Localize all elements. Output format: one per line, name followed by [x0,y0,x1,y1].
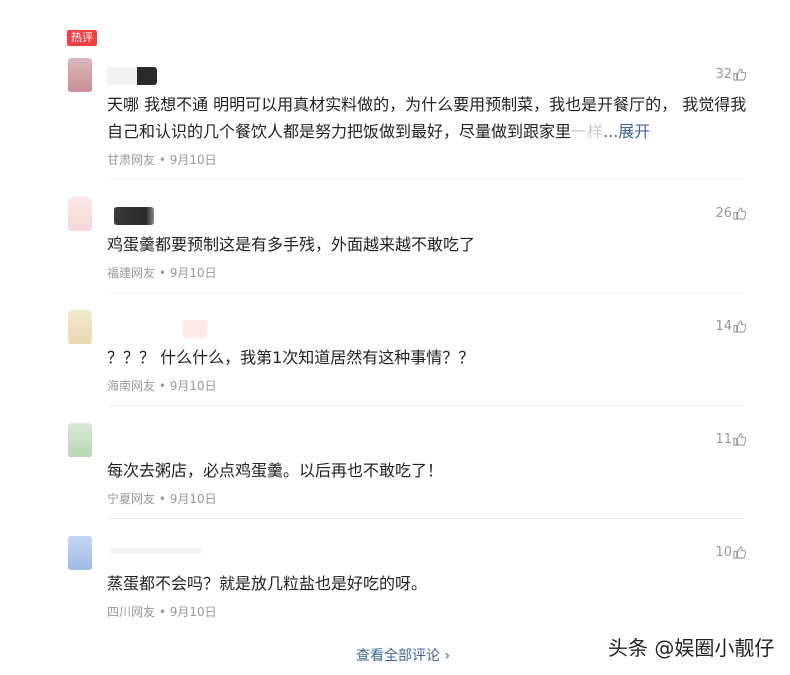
hot-comments-badge: 热评 [67,30,97,46]
username-redacted[interactable] [183,320,207,338]
thumbs-up-icon [733,433,746,446]
comment-meta: 甘肃网友 • 9月10日 [107,151,217,168]
username-redacted[interactable] [110,548,202,554]
thumbs-up-icon [733,68,746,81]
comment-text: 鸡蛋羹都要预制这是有多手残，外面越来越不敢吃了 [107,235,476,254]
comment-date: 9月10日 [169,605,217,619]
thumbs-up-icon [733,320,746,333]
comment-date: 9月10日 [169,266,217,280]
location-label: 福建网友 [107,266,156,280]
like-button[interactable]: 26 [715,206,746,221]
divider [107,179,745,180]
comment-text: 蒸蛋都不会吗？就是放几粒盐也是好吃的呀。 [107,574,428,593]
meta-separator: • [158,266,166,280]
username-redacted[interactable] [114,207,154,225]
like-button[interactable]: 32 [715,67,746,82]
like-count: 10 [715,545,732,560]
comment-text-main: 天哪 我想不通 明明可以用真材实料做的，为什么要用预制菜，我也是开餐厅的， 我觉… [107,95,747,141]
comment-text: ？？？ 什么什么，我第1次知道居然有这种事情？？ [107,348,475,367]
like-count: 32 [715,67,732,82]
thumbs-up-icon [733,546,746,559]
username-redacted[interactable] [107,67,157,85]
meta-separator: • [158,379,166,393]
divider [107,405,745,406]
meta-separator: • [158,605,166,619]
divider [107,292,745,293]
avatar[interactable] [68,197,92,231]
like-count: 26 [715,206,732,221]
comment-text: 每次去粥店，必点鸡蛋羹。以后再也不敢吃了！ [107,461,444,480]
like-button[interactable]: 14 [715,319,746,334]
like-button[interactable]: 10 [715,545,746,560]
divider [107,518,745,519]
comment-meta: 海南网友 • 9月10日 [107,377,217,394]
chevron-right-icon: › [444,648,451,664]
location-label: 四川网友 [107,605,156,619]
comment-date: 9月10日 [169,153,217,167]
comment-meta: 福建网友 • 9月10日 [107,264,217,281]
comment-meta: 宁夏网友 • 9月10日 [107,490,217,507]
watermark: 头条 @娱圈小靓仔 [608,636,775,660]
thumbs-up-icon [733,207,746,220]
location-label: 海南网友 [107,379,156,393]
like-button[interactable]: 11 [715,432,746,447]
avatar[interactable] [68,58,92,92]
view-all-comments-link[interactable]: 查看全部评论 › [356,645,450,665]
comment-text-faded: 一样 [571,122,604,141]
view-all-label: 查看全部评论 [356,648,440,664]
comment-text: 天哪 我想不通 明明可以用真材实料做的，为什么要用预制菜，我也是开餐厅的， 我觉… [107,91,747,145]
avatar[interactable] [68,423,92,457]
like-count: 14 [715,319,732,334]
like-count: 11 [715,432,732,447]
comment-meta: 四川网友 • 9月10日 [107,603,217,620]
avatar[interactable] [68,536,92,570]
meta-separator: • [158,492,166,506]
avatar[interactable] [68,310,92,344]
meta-separator: • [158,153,166,167]
comment-date: 9月10日 [169,379,217,393]
expand-link[interactable]: ...展开 [603,122,650,141]
comment-date: 9月10日 [169,492,217,506]
location-label: 甘肃网友 [107,153,156,167]
location-label: 宁夏网友 [107,492,156,506]
